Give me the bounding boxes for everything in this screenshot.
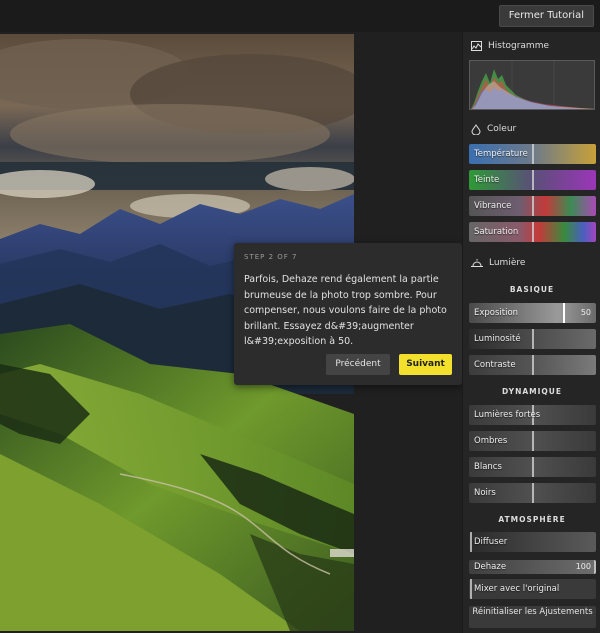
slider-label: Saturation — [474, 227, 519, 237]
exposure-slider[interactable]: Exposition 50 — [469, 303, 596, 323]
slider-label: Dehaze — [474, 562, 507, 572]
slider-handle[interactable] — [532, 196, 534, 216]
basic-subheader: BASIQUE — [509, 285, 555, 294]
top-bar: Fermer Tutorial — [0, 0, 600, 32]
slider-label: Teinte — [474, 175, 500, 185]
slider-handle[interactable] — [532, 222, 534, 242]
tooltip-text: Parfois, Dehaze rend également la partie… — [244, 274, 447, 347]
tint-slider[interactable]: Teinte — [469, 170, 596, 190]
vibrance-slider[interactable]: Vibrance — [469, 196, 596, 216]
mix-original-slider[interactable]: Mixer avec l'original — [469, 579, 596, 599]
slider-handle[interactable] — [594, 560, 596, 574]
photo-editor-app: Fermer Tutorial STEP 2 OF 7 Parfois, Deh… — [0, 0, 600, 633]
slider-handle[interactable] — [470, 579, 472, 599]
slider-handle[interactable] — [532, 144, 534, 164]
histogram-icon — [471, 41, 482, 51]
slider-handle[interactable] — [470, 532, 472, 552]
histogram-header[interactable]: Histogramme — [471, 39, 549, 53]
dehaze-slider[interactable]: Dehaze 100 — [469, 560, 596, 574]
droplet-icon — [471, 123, 481, 135]
light-header[interactable]: Lumière — [471, 256, 525, 270]
slider-label: Lumières fortes — [474, 410, 541, 420]
color-title: Coleur — [487, 124, 517, 134]
slider-label: Noirs — [474, 488, 496, 498]
canvas-area: STEP 2 OF 7 Parfois, Dehaze rend égaleme… — [0, 32, 462, 633]
temperature-slider[interactable]: Température — [469, 144, 596, 164]
whites-slider[interactable]: Blancs — [469, 457, 596, 477]
slider-handle[interactable] — [532, 483, 534, 503]
blacks-slider[interactable]: Noirs — [469, 483, 596, 503]
slider-value: 50 — [580, 308, 591, 317]
adjustments-panel: Histogramme Coleur Température Teinte Vi… — [462, 32, 600, 633]
slider-label: Ombres — [474, 436, 508, 446]
dynamic-subheader: DYNAMIQUE — [501, 387, 563, 396]
slider-label: Température — [474, 149, 528, 159]
contrast-slider[interactable]: Contraste — [469, 355, 596, 375]
next-button[interactable]: Suivant — [399, 354, 452, 375]
slider-handle[interactable] — [532, 329, 534, 349]
slider-handle[interactable] — [532, 355, 534, 375]
tooltip-step: STEP 2 OF 7 — [244, 253, 298, 261]
luminosity-slider[interactable]: Luminosité — [469, 329, 596, 349]
histogram-title: Histogramme — [488, 41, 549, 51]
slider-value: 100 — [575, 562, 591, 571]
reset-adjustments-button[interactable]: Réinitialiser les Ajustements — [469, 606, 596, 628]
slider-label: Vibrance — [474, 201, 512, 211]
color-header[interactable]: Coleur — [471, 122, 516, 136]
highlights-slider[interactable]: Lumières fortes — [469, 405, 596, 425]
shadows-slider[interactable]: Ombres — [469, 431, 596, 451]
slider-handle[interactable] — [532, 431, 534, 451]
slider-label: Exposition — [474, 308, 519, 318]
slider-handle[interactable] — [563, 303, 565, 323]
tutorial-tooltip: STEP 2 OF 7 Parfois, Dehaze rend égaleme… — [234, 243, 462, 385]
histogram-chart — [469, 60, 595, 110]
slider-handle[interactable] — [532, 457, 534, 477]
diffuse-slider[interactable]: Diffuser — [469, 532, 596, 552]
light-title: Lumière — [489, 258, 526, 268]
slider-label: Blancs — [474, 462, 502, 472]
slider-label: Contraste — [474, 360, 516, 370]
slider-label: Diffuser — [474, 537, 508, 547]
sun-icon — [471, 259, 483, 267]
slider-handle[interactable] — [532, 170, 534, 190]
close-tutorial-button[interactable]: Fermer Tutorial — [498, 5, 594, 27]
slider-label: Luminosité — [474, 334, 521, 344]
saturation-slider[interactable]: Saturation — [469, 222, 596, 242]
previous-button[interactable]: Précédent — [326, 354, 390, 375]
atmosphere-subheader: ATMOSPHÈRE — [498, 515, 566, 524]
slider-label: Mixer avec l'original — [474, 584, 560, 594]
